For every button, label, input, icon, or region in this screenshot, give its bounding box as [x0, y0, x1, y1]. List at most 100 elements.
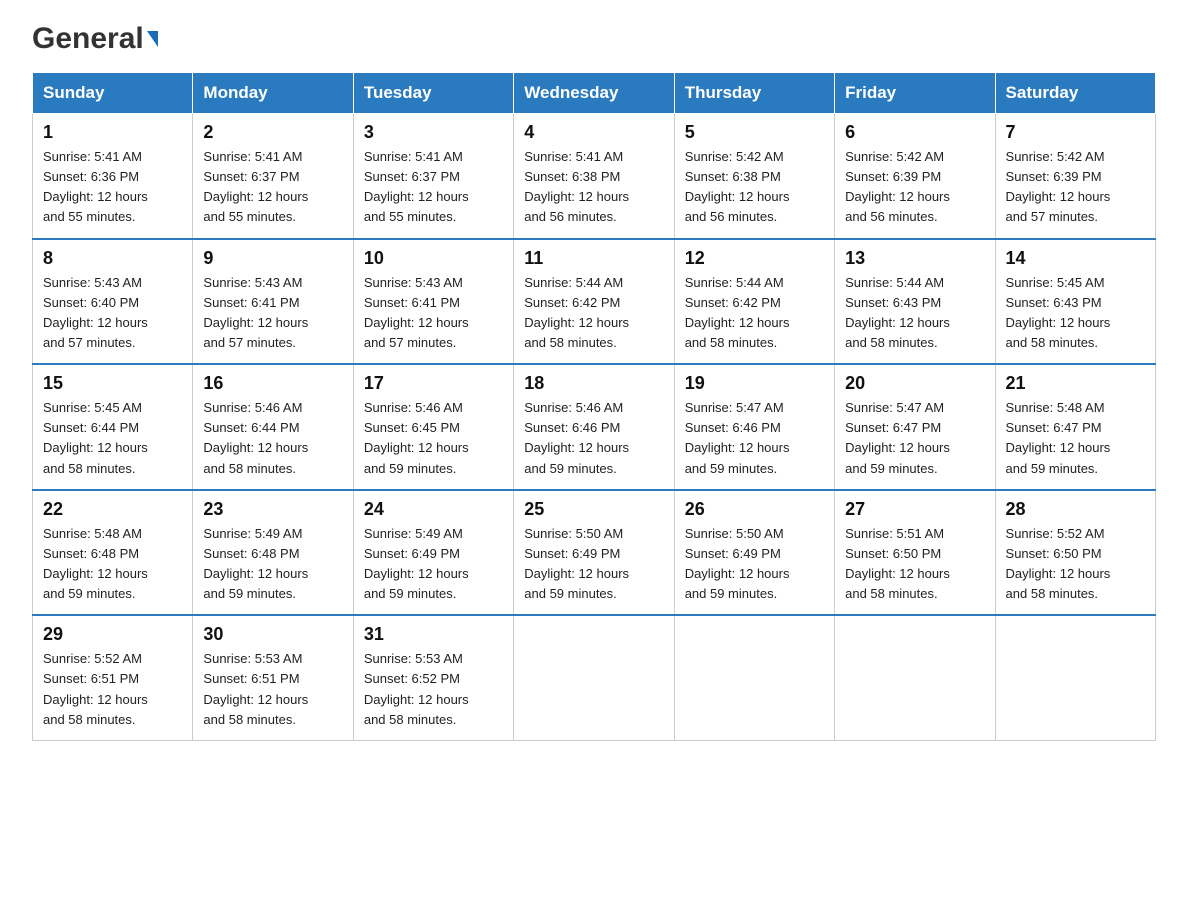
day-info: Sunrise: 5:41 AMSunset: 6:37 PMDaylight:… [364, 147, 503, 228]
weekday-header-monday: Monday [193, 73, 353, 114]
day-info: Sunrise: 5:53 AMSunset: 6:52 PMDaylight:… [364, 649, 503, 730]
day-number: 2 [203, 122, 342, 143]
day-number: 18 [524, 373, 663, 394]
calendar-cell: 7 Sunrise: 5:42 AMSunset: 6:39 PMDaylight… [995, 114, 1155, 239]
day-number: 25 [524, 499, 663, 520]
day-info: Sunrise: 5:47 AMSunset: 6:46 PMDaylight:… [685, 398, 824, 479]
calendar-cell: 13 Sunrise: 5:44 AMSunset: 6:43 PMDayligh… [835, 239, 995, 365]
day-number: 16 [203, 373, 342, 394]
day-number: 29 [43, 624, 182, 645]
day-info: Sunrise: 5:49 AMSunset: 6:49 PMDaylight:… [364, 524, 503, 605]
day-number: 5 [685, 122, 824, 143]
day-info: Sunrise: 5:42 AMSunset: 6:39 PMDaylight:… [1006, 147, 1145, 228]
calendar-cell: 21 Sunrise: 5:48 AMSunset: 6:47 PMDayligh… [995, 364, 1155, 490]
day-info: Sunrise: 5:52 AMSunset: 6:51 PMDaylight:… [43, 649, 182, 730]
weekday-header-tuesday: Tuesday [353, 73, 513, 114]
weekday-header-thursday: Thursday [674, 73, 834, 114]
calendar-cell: 30 Sunrise: 5:53 AMSunset: 6:51 PMDayligh… [193, 615, 353, 740]
day-number: 3 [364, 122, 503, 143]
calendar-cell: 10 Sunrise: 5:43 AMSunset: 6:41 PMDayligh… [353, 239, 513, 365]
calendar-week-row: 15 Sunrise: 5:45 AMSunset: 6:44 PMDayligh… [33, 364, 1156, 490]
day-number: 26 [685, 499, 824, 520]
calendar-cell: 20Sunrise: 5:47 AMSunset: 6:47 PMDayligh… [835, 364, 995, 490]
day-info: Sunrise: 5:49 AMSunset: 6:48 PMDaylight:… [203, 524, 342, 605]
day-info: Sunrise: 5:43 AMSunset: 6:41 PMDaylight:… [364, 273, 503, 354]
day-number: 7 [1006, 122, 1145, 143]
day-info: Sunrise: 5:52 AMSunset: 6:50 PMDaylight:… [1006, 524, 1145, 605]
day-info: Sunrise: 5:45 AMSunset: 6:43 PMDaylight:… [1006, 273, 1145, 354]
logo-triangle-icon [147, 31, 158, 47]
calendar-cell: 8 Sunrise: 5:43 AMSunset: 6:40 PMDaylight… [33, 239, 193, 365]
calendar-cell: 23 Sunrise: 5:49 AMSunset: 6:48 PMDayligh… [193, 490, 353, 616]
calendar-cell: 2 Sunrise: 5:41 AMSunset: 6:37 PMDaylight… [193, 114, 353, 239]
day-info: Sunrise: 5:47 AMSunset: 6:47 PMDaylight:… [845, 398, 984, 479]
day-info: Sunrise: 5:46 AMSunset: 6:45 PMDaylight:… [364, 398, 503, 479]
day-number: 1 [43, 122, 182, 143]
calendar-cell: 15 Sunrise: 5:45 AMSunset: 6:44 PMDayligh… [33, 364, 193, 490]
calendar-cell [995, 615, 1155, 740]
calendar-week-row: 8 Sunrise: 5:43 AMSunset: 6:40 PMDaylight… [33, 239, 1156, 365]
day-info: Sunrise: 5:51 AMSunset: 6:50 PMDaylight:… [845, 524, 984, 605]
calendar-cell: 14 Sunrise: 5:45 AMSunset: 6:43 PMDayligh… [995, 239, 1155, 365]
calendar-cell: 22 Sunrise: 5:48 AMSunset: 6:48 PMDayligh… [33, 490, 193, 616]
calendar-cell: 3 Sunrise: 5:41 AMSunset: 6:37 PMDaylight… [353, 114, 513, 239]
day-number: 6 [845, 122, 984, 143]
calendar-week-row: 22 Sunrise: 5:48 AMSunset: 6:48 PMDayligh… [33, 490, 1156, 616]
day-info: Sunrise: 5:44 AMSunset: 6:43 PMDaylight:… [845, 273, 984, 354]
weekday-header-row: SundayMondayTuesdayWednesdayThursdayFrid… [33, 73, 1156, 114]
day-info: Sunrise: 5:53 AMSunset: 6:51 PMDaylight:… [203, 649, 342, 730]
day-number: 14 [1006, 248, 1145, 269]
day-number: 19 [685, 373, 824, 394]
day-number: 27 [845, 499, 984, 520]
day-info: Sunrise: 5:42 AMSunset: 6:39 PMDaylight:… [845, 147, 984, 228]
calendar-week-row: 29 Sunrise: 5:52 AMSunset: 6:51 PMDayligh… [33, 615, 1156, 740]
day-info: Sunrise: 5:50 AMSunset: 6:49 PMDaylight:… [524, 524, 663, 605]
day-info: Sunrise: 5:48 AMSunset: 6:47 PMDaylight:… [1006, 398, 1145, 479]
day-info: Sunrise: 5:41 AMSunset: 6:36 PMDaylight:… [43, 147, 182, 228]
day-number: 11 [524, 248, 663, 269]
day-number: 13 [845, 248, 984, 269]
calendar-cell: 18 Sunrise: 5:46 AMSunset: 6:46 PMDayligh… [514, 364, 674, 490]
calendar-week-row: 1 Sunrise: 5:41 AMSunset: 6:36 PMDaylight… [33, 114, 1156, 239]
calendar-cell: 16 Sunrise: 5:46 AMSunset: 6:44 PMDayligh… [193, 364, 353, 490]
weekday-header-friday: Friday [835, 73, 995, 114]
calendar-cell [674, 615, 834, 740]
day-number: 12 [685, 248, 824, 269]
calendar-cell: 28Sunrise: 5:52 AMSunset: 6:50 PMDayligh… [995, 490, 1155, 616]
day-info: Sunrise: 5:46 AMSunset: 6:44 PMDaylight:… [203, 398, 342, 479]
calendar-cell: 31Sunrise: 5:53 AMSunset: 6:52 PMDayligh… [353, 615, 513, 740]
page-header: General [32, 24, 1156, 52]
day-number: 10 [364, 248, 503, 269]
day-number: 22 [43, 499, 182, 520]
day-info: Sunrise: 5:44 AMSunset: 6:42 PMDaylight:… [685, 273, 824, 354]
day-number: 24 [364, 499, 503, 520]
day-number: 15 [43, 373, 182, 394]
day-number: 30 [203, 624, 342, 645]
calendar-cell: 4Sunrise: 5:41 AMSunset: 6:38 PMDaylight… [514, 114, 674, 239]
weekday-header-saturday: Saturday [995, 73, 1155, 114]
calendar-cell: 29 Sunrise: 5:52 AMSunset: 6:51 PMDayligh… [33, 615, 193, 740]
logo: General [32, 24, 158, 52]
weekday-header-wednesday: Wednesday [514, 73, 674, 114]
day-info: Sunrise: 5:46 AMSunset: 6:46 PMDaylight:… [524, 398, 663, 479]
day-info: Sunrise: 5:42 AMSunset: 6:38 PMDaylight:… [685, 147, 824, 228]
day-info: Sunrise: 5:48 AMSunset: 6:48 PMDaylight:… [43, 524, 182, 605]
calendar-cell: 24 Sunrise: 5:49 AMSunset: 6:49 PMDayligh… [353, 490, 513, 616]
day-number: 9 [203, 248, 342, 269]
calendar-cell: 17Sunrise: 5:46 AMSunset: 6:45 PMDayligh… [353, 364, 513, 490]
calendar-cell: 27 Sunrise: 5:51 AMSunset: 6:50 PMDayligh… [835, 490, 995, 616]
calendar-cell [835, 615, 995, 740]
day-info: Sunrise: 5:43 AMSunset: 6:40 PMDaylight:… [43, 273, 182, 354]
day-info: Sunrise: 5:50 AMSunset: 6:49 PMDaylight:… [685, 524, 824, 605]
calendar-cell: 6 Sunrise: 5:42 AMSunset: 6:39 PMDaylight… [835, 114, 995, 239]
day-info: Sunrise: 5:41 AMSunset: 6:37 PMDaylight:… [203, 147, 342, 228]
day-number: 23 [203, 499, 342, 520]
calendar-cell: 9Sunrise: 5:43 AMSunset: 6:41 PMDaylight… [193, 239, 353, 365]
weekday-header-sunday: Sunday [33, 73, 193, 114]
day-number: 21 [1006, 373, 1145, 394]
logo-general-text: General [32, 24, 144, 54]
day-info: Sunrise: 5:44 AMSunset: 6:42 PMDaylight:… [524, 273, 663, 354]
day-info: Sunrise: 5:45 AMSunset: 6:44 PMDaylight:… [43, 398, 182, 479]
day-number: 8 [43, 248, 182, 269]
calendar-cell: 25 Sunrise: 5:50 AMSunset: 6:49 PMDayligh… [514, 490, 674, 616]
